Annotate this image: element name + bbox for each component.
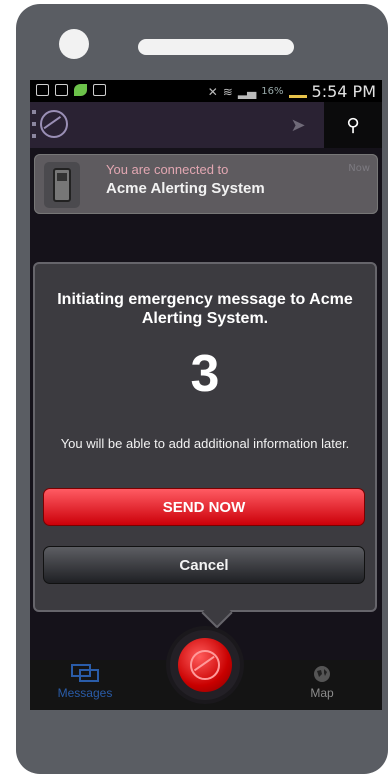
status-right: ✕ ≋ ▂▄ 16% 5:54 PM bbox=[208, 82, 376, 101]
mobile-phone-icon bbox=[53, 168, 71, 202]
signal-icon: ▂▄ bbox=[237, 84, 257, 99]
location-pin-icon[interactable]: ⚲ bbox=[324, 102, 382, 148]
wifi-icon: ≋ bbox=[222, 84, 233, 99]
emergency-button-face bbox=[178, 638, 232, 692]
battery-percent: 16% bbox=[261, 86, 284, 97]
navigate-arrow-icon[interactable]: ➤ bbox=[280, 110, 316, 140]
clock: 5:54 PM bbox=[311, 82, 376, 101]
app-screen: ✕ ≋ ▂▄ 16% 5:54 PM ➤ ⚲ You are connected… bbox=[30, 80, 382, 710]
tab-messages-label: Messages bbox=[57, 686, 113, 700]
gallery-icon bbox=[36, 84, 49, 96]
orbit-logo-icon bbox=[190, 650, 220, 680]
send-now-button[interactable]: SEND NOW bbox=[43, 488, 365, 526]
connection-notification[interactable]: You are connected to Acme Alerting Syste… bbox=[34, 154, 378, 214]
speaker-slot bbox=[138, 39, 294, 55]
tab-map-label: Map bbox=[310, 686, 334, 700]
device-icon-box bbox=[44, 162, 80, 208]
notification-line2: Acme Alerting System bbox=[106, 180, 265, 197]
camera-dot bbox=[59, 29, 89, 59]
cancel-button[interactable]: Cancel bbox=[43, 546, 365, 584]
mute-icon: ✕ bbox=[207, 84, 218, 99]
mail-icon bbox=[55, 84, 68, 96]
app-logo-icon[interactable] bbox=[40, 110, 68, 138]
messages-icon bbox=[71, 664, 99, 682]
battery-icon bbox=[288, 95, 307, 98]
emergency-dialog: Initiating emergency message to Acme Ale… bbox=[33, 262, 377, 612]
notification-time: Now bbox=[348, 163, 370, 174]
tab-messages[interactable]: Messages bbox=[50, 664, 120, 700]
action-bar: ➤ ⚲ bbox=[30, 102, 382, 148]
dialog-title: Initiating emergency message to Acme Ale… bbox=[57, 291, 353, 327]
menu-icon[interactable] bbox=[32, 110, 36, 138]
dialog-note: You will be able to add additional infor… bbox=[60, 436, 350, 451]
status-left-icons bbox=[36, 84, 106, 96]
notification-line1: You are connected to bbox=[106, 162, 229, 177]
globe-icon bbox=[314, 666, 330, 682]
bag-icon bbox=[93, 84, 106, 96]
countdown-number: 3 bbox=[190, 345, 220, 403]
status-bar: ✕ ≋ ▂▄ 16% 5:54 PM bbox=[30, 80, 382, 102]
leaf-icon bbox=[74, 84, 87, 96]
tab-map[interactable]: Map bbox=[292, 664, 352, 700]
emergency-center-button[interactable] bbox=[170, 630, 240, 700]
